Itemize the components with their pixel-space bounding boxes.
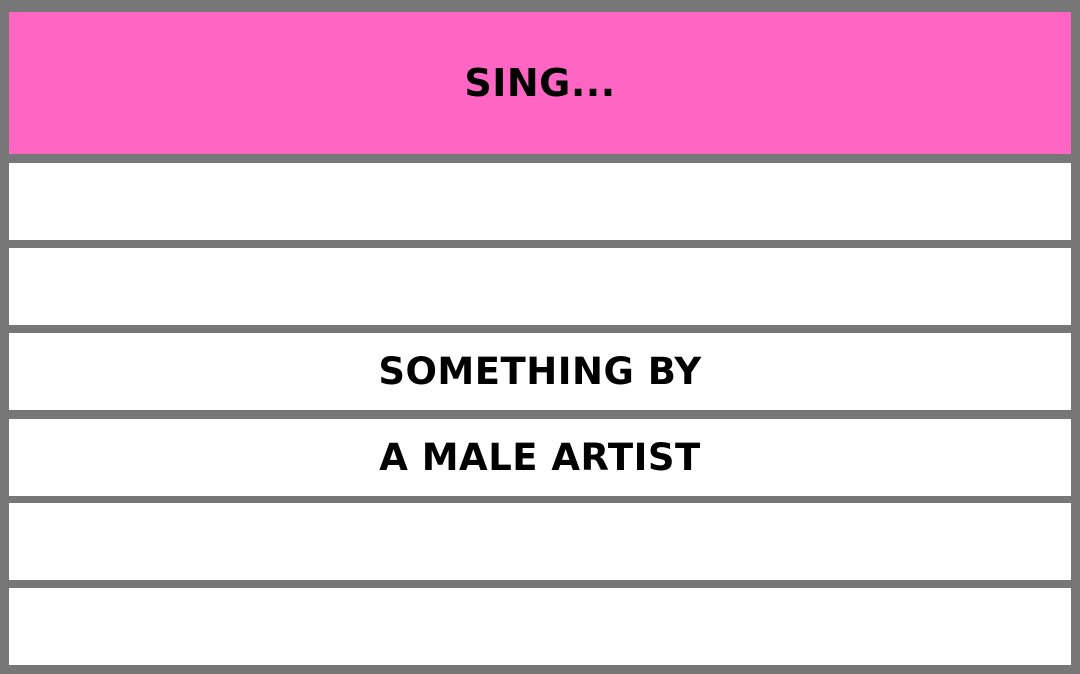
text-row-3: SOMETHING BY: [9, 333, 1071, 410]
header-banner: SING...: [9, 12, 1071, 154]
row-text: A MALE ARTIST: [379, 436, 701, 479]
text-row-5: [9, 503, 1071, 580]
row-text: SOMETHING BY: [378, 350, 702, 393]
header-title: SING...: [464, 61, 616, 105]
text-row-4: A MALE ARTIST: [9, 419, 1071, 496]
prompt-card: SING... SOMETHING BY A MALE ARTIST: [0, 0, 1080, 674]
text-row-2: [9, 248, 1071, 325]
text-row-1: [9, 163, 1071, 240]
text-row-6: [9, 588, 1071, 665]
